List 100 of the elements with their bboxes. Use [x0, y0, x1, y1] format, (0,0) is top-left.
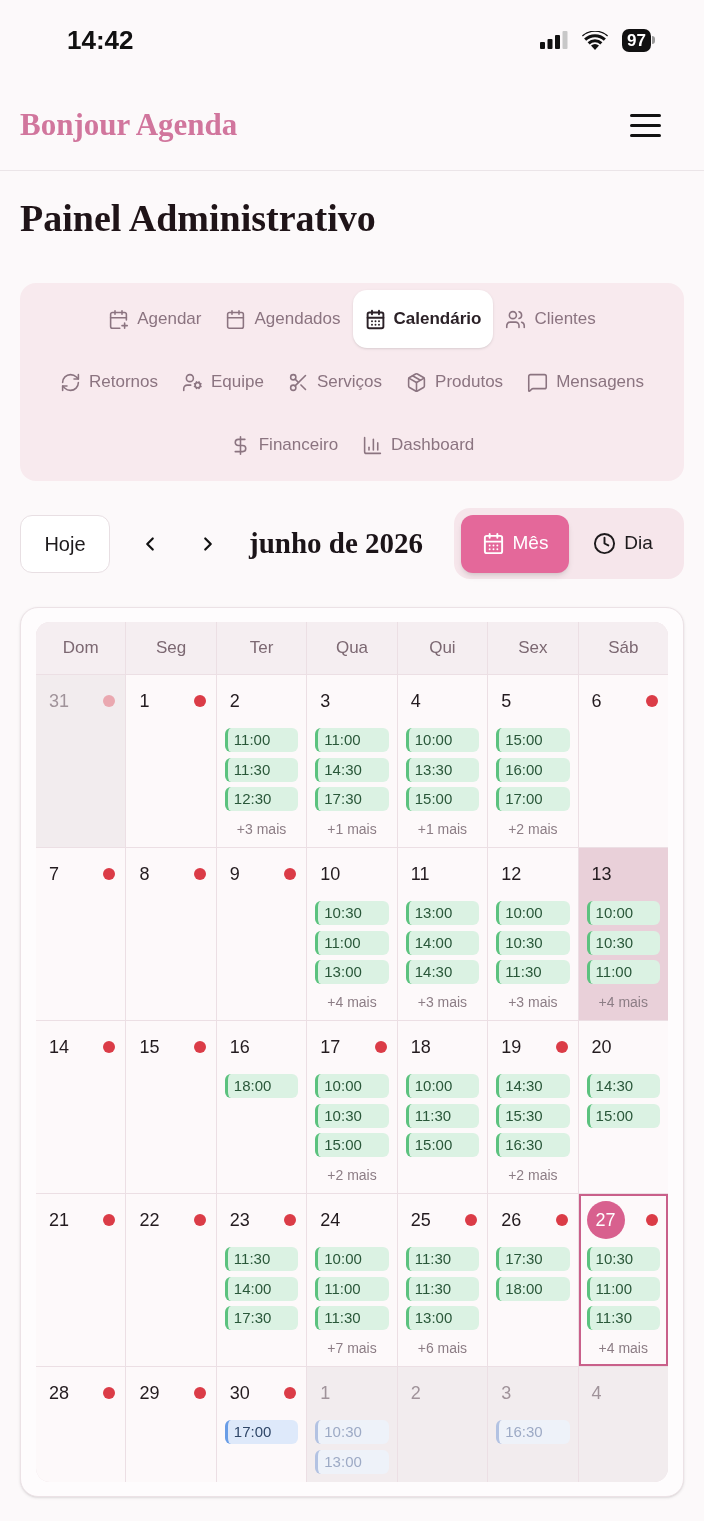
appointment-chip[interactable]: 10:00: [315, 1074, 389, 1098]
day-cell[interactable]: 18 10:00 11:30 15:00: [397, 1021, 488, 1193]
appointment-chip[interactable]: 11:00: [315, 930, 389, 955]
appointment-chip[interactable]: 18:00: [496, 1276, 570, 1301]
day-cell[interactable]: 11 13:00 14:00 14:30 +3 mais: [397, 848, 488, 1020]
appointment-chip[interactable]: 15:30: [496, 1103, 570, 1128]
appointment-chip[interactable]: 11:30: [405, 1247, 480, 1271]
appointment-chip[interactable]: 11:00: [586, 960, 660, 984]
more-link[interactable]: +2 mais: [508, 819, 558, 839]
appointment-chip[interactable]: 10:30: [586, 1247, 660, 1271]
appointment-chip[interactable]: 11:00: [586, 1276, 660, 1301]
appointment-chip[interactable]: 16:00: [496, 757, 570, 782]
appointment-chip[interactable]: 13:00: [405, 1306, 480, 1330]
more-link[interactable]: +3 mais: [236, 819, 287, 839]
day-cell[interactable]: 4 10:00 13:30 15:00 +1 mais: [397, 675, 488, 847]
appointment-chip[interactable]: 14:30: [586, 1074, 660, 1098]
day-cell[interactable]: 27 10:30 11:00 11:30 +4 mais: [578, 1194, 668, 1366]
nav-tab[interactable]: Agendados: [213, 290, 353, 348]
appointment-chip[interactable]: 11:30: [224, 757, 299, 782]
appointment-chip[interactable]: 13:00: [405, 901, 480, 925]
menu-icon[interactable]: [630, 113, 661, 137]
more-link[interactable]: +4 mais: [598, 1338, 648, 1358]
appointment-chip[interactable]: 10:30: [586, 930, 660, 955]
day-cell[interactable]: 25 11:30 11:30 13:00 +6 mais: [397, 1194, 488, 1366]
appointment-chip[interactable]: 14:00: [405, 930, 480, 955]
nav-tab[interactable]: Serviços: [275, 353, 395, 411]
appointment-chip[interactable]: 15:00: [586, 1103, 660, 1128]
nav-tab[interactable]: Produtos: [394, 353, 516, 411]
view-mode-tab[interactable]: Dia: [569, 514, 677, 573]
appointment-chip[interactable]: 10:30: [315, 1103, 389, 1128]
nav-tab[interactable]: Retornos: [47, 353, 170, 411]
appointment-chip[interactable]: 10:00: [405, 1074, 480, 1098]
appointment-chip[interactable]: 11:30: [496, 960, 570, 984]
more-link[interactable]: +4 mais: [327, 992, 377, 1012]
nav-tab[interactable]: Calendário: [352, 290, 494, 348]
appointment-chip[interactable]: 11:30: [586, 1306, 660, 1330]
appointment-chip[interactable]: 14:30: [315, 757, 389, 782]
appointment-chip[interactable]: 14:30: [496, 1074, 570, 1098]
day-cell[interactable]: 19 14:30 15:30 16:30 +2 mais: [488, 1021, 578, 1193]
appointment-chip[interactable]: 17:00: [496, 787, 570, 811]
appointment-chip[interactable]: 11:30: [405, 1103, 480, 1128]
more-link[interactable]: +3 mais: [417, 992, 468, 1012]
appointment-chip[interactable]: 10:00: [496, 901, 570, 925]
day-cell[interactable]: 30 17:00: [216, 1367, 307, 1482]
day-cell[interactable]: 6: [578, 675, 668, 847]
appointment-chip[interactable]: 15:00: [496, 728, 570, 752]
appointment-chip[interactable]: 10:00: [405, 728, 480, 752]
appointment-chip[interactable]: 12:30: [224, 787, 299, 811]
appointment-chip[interactable]: 10:30: [315, 901, 389, 925]
appointment-chip[interactable]: 15:00: [405, 1133, 480, 1157]
day-cell[interactable]: 8: [126, 848, 216, 1020]
appointment-chip[interactable]: 13:00: [315, 960, 389, 984]
more-link[interactable]: +2 mais: [508, 1165, 558, 1185]
appointment-chip[interactable]: 10:30: [496, 930, 570, 955]
day-cell[interactable]: 7: [36, 848, 126, 1020]
appointment-chip[interactable]: 11:00: [315, 728, 389, 752]
appointment-chip[interactable]: 11:30: [405, 1276, 480, 1301]
day-cell[interactable]: 5 15:00 16:00 17:00 +2 mais: [488, 675, 578, 847]
day-cell[interactable]: 22: [126, 1194, 216, 1366]
day-cell[interactable]: 23 11:30 14:00 17:30: [216, 1194, 307, 1366]
nav-tab[interactable]: Agendar: [96, 290, 214, 348]
day-cell[interactable]: 9: [216, 848, 307, 1020]
appointment-chip[interactable]: 17:30: [315, 787, 389, 811]
appointment-chip[interactable]: 18:00: [224, 1074, 299, 1098]
nav-tab[interactable]: Mensagens: [515, 353, 656, 411]
day-cell[interactable]: 21: [36, 1194, 126, 1366]
more-link[interactable]: +1 mais: [327, 819, 377, 839]
appointment-chip[interactable]: 11:30: [315, 1306, 389, 1330]
day-cell[interactable]: 28: [36, 1367, 126, 1482]
day-cell[interactable]: 29: [126, 1367, 216, 1482]
appointment-chip[interactable]: 14:00: [224, 1276, 299, 1301]
day-cell[interactable]: 15: [126, 1021, 216, 1193]
appointment-chip[interactable]: 11:30: [224, 1247, 299, 1271]
appointment-chip[interactable]: 17:00: [224, 1420, 299, 1444]
more-link[interactable]: +6 mais: [417, 1338, 468, 1358]
day-cell[interactable]: 10 10:30 11:00 13:00 +4 mais: [307, 848, 397, 1020]
more-link[interactable]: +2 mais: [327, 1165, 377, 1185]
appointment-chip[interactable]: 15:00: [405, 787, 480, 811]
appointment-chip[interactable]: 11:00: [315, 1276, 389, 1301]
appointment-chip[interactable]: 17:30: [224, 1306, 299, 1330]
appointment-chip[interactable]: 13:30: [405, 757, 480, 782]
appointment-chip[interactable]: 17:30: [496, 1247, 570, 1271]
appointment-chip[interactable]: 10:00: [315, 1247, 389, 1271]
more-link[interactable]: +3 mais: [508, 992, 558, 1012]
nav-tab[interactable]: Dashboard: [350, 416, 487, 474]
day-cell[interactable]: 26 17:30 18:00: [488, 1194, 578, 1366]
day-cell[interactable]: 2 11:00 11:30 12:30 +3 mais: [216, 675, 307, 847]
day-cell[interactable]: 1: [126, 675, 216, 847]
appointment-chip[interactable]: 15:00: [315, 1133, 389, 1157]
day-cell[interactable]: 12 10:00 10:30 11:30 +3 mais: [488, 848, 578, 1020]
day-cell[interactable]: 16 18:00: [216, 1021, 307, 1193]
today-button[interactable]: Hoje: [20, 514, 110, 573]
appointment-chip[interactable]: 10:00: [586, 901, 660, 925]
day-cell[interactable]: 24 10:00 11:00 11:30 +7 mais: [307, 1194, 397, 1366]
day-cell[interactable]: 3 11:00 14:30 17:30 +1 mais: [307, 675, 397, 847]
day-cell[interactable]: 20 14:30 15:00: [578, 1021, 668, 1193]
more-link[interactable]: +7 mais: [327, 1338, 377, 1358]
appointment-chip[interactable]: 16:30: [496, 1133, 570, 1157]
more-link[interactable]: +1 mais: [417, 819, 468, 839]
appointment-chip[interactable]: 11:00: [224, 728, 299, 752]
